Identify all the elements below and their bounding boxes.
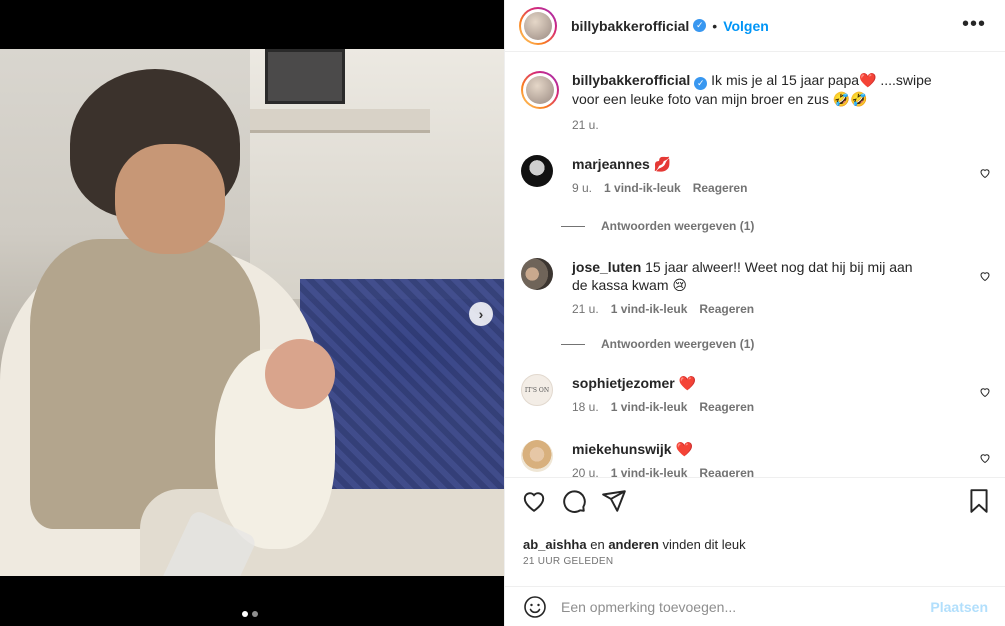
view-replies-label: Antwoorden weergeven (1) — [601, 337, 755, 351]
reply-button[interactable]: Reageren — [699, 300, 754, 318]
share-send-icon[interactable] — [601, 488, 627, 514]
comment-likes[interactable]: 1 vind-ik-leuk — [604, 179, 681, 197]
post-media-panel: › — [0, 0, 504, 626]
more-options-icon[interactable]: ••• — [962, 14, 986, 34]
comment-time: 20 u. — [572, 466, 599, 478]
comment-likes[interactable]: 1 vind-ik-leuk — [611, 464, 688, 477]
add-comment-bar: Plaatsen — [505, 586, 1005, 626]
caption-username[interactable]: billybakkerofficial — [572, 72, 690, 88]
photo-tv — [265, 49, 345, 104]
view-replies-button[interactable]: Antwoorden weergeven (1) — [561, 219, 754, 233]
comment-heart-icon[interactable] — [979, 270, 991, 282]
bookmark-icon[interactable] — [966, 488, 992, 514]
caption-avatar[interactable] — [521, 71, 559, 109]
photo-face — [115, 144, 225, 254]
carousel-dot-2 — [252, 611, 258, 617]
likes-first-user[interactable]: ab_aishha — [523, 537, 587, 552]
comment-username[interactable]: jose_luten — [572, 259, 641, 275]
emoji-icon[interactable] — [523, 595, 547, 619]
reply-button[interactable]: Reageren — [699, 464, 754, 477]
next-slide-button[interactable]: › — [469, 302, 493, 326]
post-sidebar: billybakkerofficial ✓ • Volgen ••• billy… — [504, 0, 1005, 626]
comment-body: miekehunswijk ❤️ 20 u. 1 vind-ik-leuk Re… — [572, 440, 932, 478]
action-bar — [505, 488, 1005, 524]
comment-bubble-icon[interactable] — [561, 488, 587, 514]
verified-badge-icon: ✓ — [693, 19, 707, 32]
replies-line — [561, 225, 585, 227]
commenter-avatar[interactable]: IT'S ON — [521, 374, 553, 406]
caption-time: 21 u. — [572, 117, 599, 132]
likes-connector: en — [590, 537, 605, 552]
post-photo[interactable] — [0, 49, 504, 576]
comment-username[interactable]: miekehunswijk — [572, 441, 672, 457]
comment-likes[interactable]: 1 vind-ik-leuk — [611, 300, 688, 318]
follow-button[interactable]: Volgen — [723, 18, 769, 34]
comment-time: 9 u. — [572, 181, 593, 195]
comment-text: 💋 — [653, 156, 672, 172]
post-header: billybakkerofficial ✓ • Volgen ••• — [505, 0, 1005, 52]
add-comment-input[interactable] — [561, 598, 921, 615]
likes-others[interactable]: anderen — [608, 537, 659, 552]
comment-text: ❤️ — [678, 375, 697, 391]
comment-username[interactable]: marjeannes — [572, 156, 650, 172]
commenter-avatar[interactable] — [521, 155, 553, 187]
replies-line — [561, 343, 585, 345]
photo-baby-face — [265, 339, 335, 409]
comment-body: marjeannes 💋 9 u. 1 vind-ik-leuk Reagere… — [572, 155, 932, 197]
reply-button[interactable]: Reageren — [693, 179, 748, 197]
separator-dot: • — [712, 17, 718, 34]
likes-suffix: vinden dit leuk — [662, 537, 746, 552]
carousel-dot-1 — [242, 611, 248, 617]
commenter-avatar[interactable] — [521, 258, 553, 290]
comment-username[interactable]: sophietjezomer — [572, 375, 675, 391]
comments-list[interactable]: billybakkerofficial ✓ Ik mis je al 15 jaa… — [505, 53, 1005, 478]
view-replies-label: Antwoorden weergeven (1) — [601, 219, 755, 233]
photo-shelf — [250, 109, 430, 133]
author-avatar[interactable] — [519, 7, 557, 45]
commenter-avatar[interactable] — [521, 440, 553, 472]
comment-text: ❤️ — [675, 441, 693, 457]
reply-button[interactable]: Reageren — [699, 398, 754, 416]
post-timestamp[interactable]: 21 UUR GELEDEN — [523, 556, 613, 567]
chevron-right-icon: › — [478, 306, 484, 322]
comment-heart-icon[interactable] — [979, 386, 991, 398]
comment-likes[interactable]: 1 vind-ik-leuk — [611, 398, 688, 416]
post-comment-button[interactable]: Plaatsen — [930, 599, 988, 615]
comment-heart-icon[interactable] — [979, 452, 991, 464]
verified-badge-icon: ✓ — [694, 76, 708, 90]
view-replies-button[interactable]: Antwoorden weergeven (1) — [561, 337, 754, 351]
like-heart-icon[interactable] — [521, 488, 547, 514]
caption-body: billybakkerofficial ✓ Ik mis je al 15 jaa… — [572, 71, 932, 134]
comment-time: 18 u. — [572, 400, 599, 414]
carousel-dots — [242, 611, 258, 617]
likes-summary: ab_aishha en anderen vinden dit leuk — [523, 537, 746, 552]
comment-body: jose_luten 15 jaar alweer!! Weet nog dat… — [572, 258, 932, 318]
comment-heart-icon[interactable] — [979, 167, 991, 179]
author-username[interactable]: billybakkerofficial — [571, 18, 689, 34]
comment-time: 21 u. — [572, 302, 599, 316]
comment-body: sophietjezomer ❤️ 18 u. 1 vind-ik-leuk R… — [572, 374, 932, 416]
